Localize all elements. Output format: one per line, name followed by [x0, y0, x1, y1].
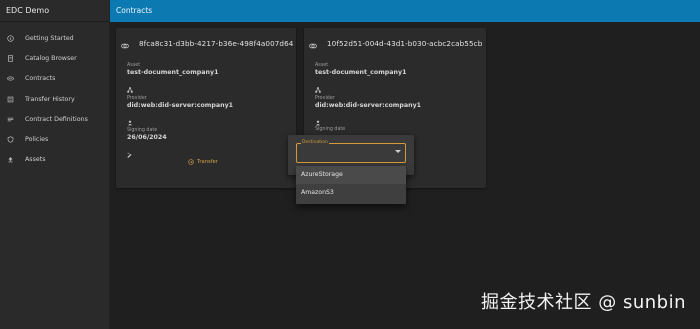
option-amazons3[interactable]: AmazonS3 [296, 184, 406, 202]
asset-value: test-document_company1 [315, 69, 407, 76]
sidebar: EDC Demo Getting Started Catalog Browser… [0, 0, 110, 329]
checklist-icon [6, 115, 15, 124]
asset-value: test-document_company1 [127, 69, 219, 76]
upload-icon [6, 155, 15, 164]
sidebar-item-label: Policies [25, 136, 49, 144]
sidebar-item-policies[interactable]: Policies [0, 129, 109, 149]
sidebar-item-contract-definitions[interactable]: Contract Definitions [0, 109, 109, 129]
sidebar-item-label: Getting Started [25, 34, 74, 42]
page-title: Contracts [116, 6, 153, 15]
transfer-icon [188, 159, 194, 165]
provider-label: Provider [315, 96, 335, 101]
watermark: 掘金技术社区 @ sunbin [481, 292, 686, 313]
contract-id: 10f52d51-004d-43d1-b030-acbc2cab55cb [327, 39, 483, 48]
sidebar-item-contracts[interactable]: Contracts [0, 69, 109, 89]
provider-value: did:web:did-server:company1 [315, 102, 422, 109]
transfer-label: Transfer [197, 159, 218, 165]
sidebar-item-getting-started[interactable]: Getting Started [0, 28, 109, 48]
sidebar-item-label: Transfer History [25, 95, 75, 103]
provider-label: Provider [127, 96, 147, 101]
signing-date-label: Signing date [315, 127, 346, 132]
info-icon [6, 34, 15, 43]
hierarchy-icon [127, 78, 219, 97]
top-bar: Contracts [110, 0, 700, 22]
sidebar-item-label: Contract Definitions [25, 115, 88, 123]
destination-dropdown: AzureStorage AmazonS3 [296, 166, 406, 204]
signature-icon [127, 143, 167, 162]
history-icon [6, 95, 15, 104]
link-icon [309, 34, 317, 53]
sidebar-item-label: Catalog Browser [25, 54, 77, 62]
sidebar-item-assets[interactable]: Assets [0, 150, 109, 170]
contract-card: 8fca8c31-d3bb-4217-b36e-498f4a007d64 Ass… [116, 28, 296, 188]
asset-label: Asset [127, 63, 141, 68]
asset-field: Asset test-document_company1 [315, 63, 407, 97]
document-icon [6, 54, 15, 63]
chevron-down-icon [395, 150, 401, 153]
asset-field: Asset test-document_company1 [127, 63, 219, 97]
sidebar-item-transfer-history[interactable]: Transfer History [0, 89, 109, 109]
sidebar-item-label: Assets [25, 156, 46, 164]
sidebar-item-label: Contracts [25, 75, 56, 83]
contract-id: 8fca8c31-d3bb-4217-b36e-498f4a007d64 [139, 39, 294, 48]
transfer-button[interactable]: Transfer [188, 159, 218, 165]
app-title: EDC Demo [0, 0, 109, 22]
provider-field: Provider did:web:did-server:company1 [315, 96, 421, 130]
provider-value: did:web:did-server:company1 [127, 102, 234, 109]
signing-date-field: Signing date [315, 127, 345, 132]
signing-date-value: 26/06/2024 [127, 134, 167, 141]
destination-select[interactable]: Destination [296, 140, 406, 163]
signing-date-label: Signing date [127, 128, 158, 133]
card-header: 10f52d51-004d-43d1-b030-acbc2cab55cb [309, 34, 482, 53]
sidebar-nav: Getting Started Catalog Browser Contract… [0, 28, 109, 170]
destination-label: Destination [301, 140, 329, 145]
provider-field: Provider did:web:did-server:company1 [127, 96, 233, 130]
asset-label: Asset [315, 63, 329, 68]
card-header: 8fca8c31-d3bb-4217-b36e-498f4a007d64 [121, 34, 293, 53]
sidebar-item-catalog-browser[interactable]: Catalog Browser [0, 48, 109, 68]
handshake-icon [6, 74, 15, 83]
signing-date-field: Signing date 26/06/2024 [127, 128, 167, 162]
option-azurestorage[interactable]: AzureStorage [296, 166, 406, 184]
policy-icon [6, 135, 15, 144]
hierarchy-icon [315, 78, 407, 97]
link-icon [121, 34, 129, 53]
